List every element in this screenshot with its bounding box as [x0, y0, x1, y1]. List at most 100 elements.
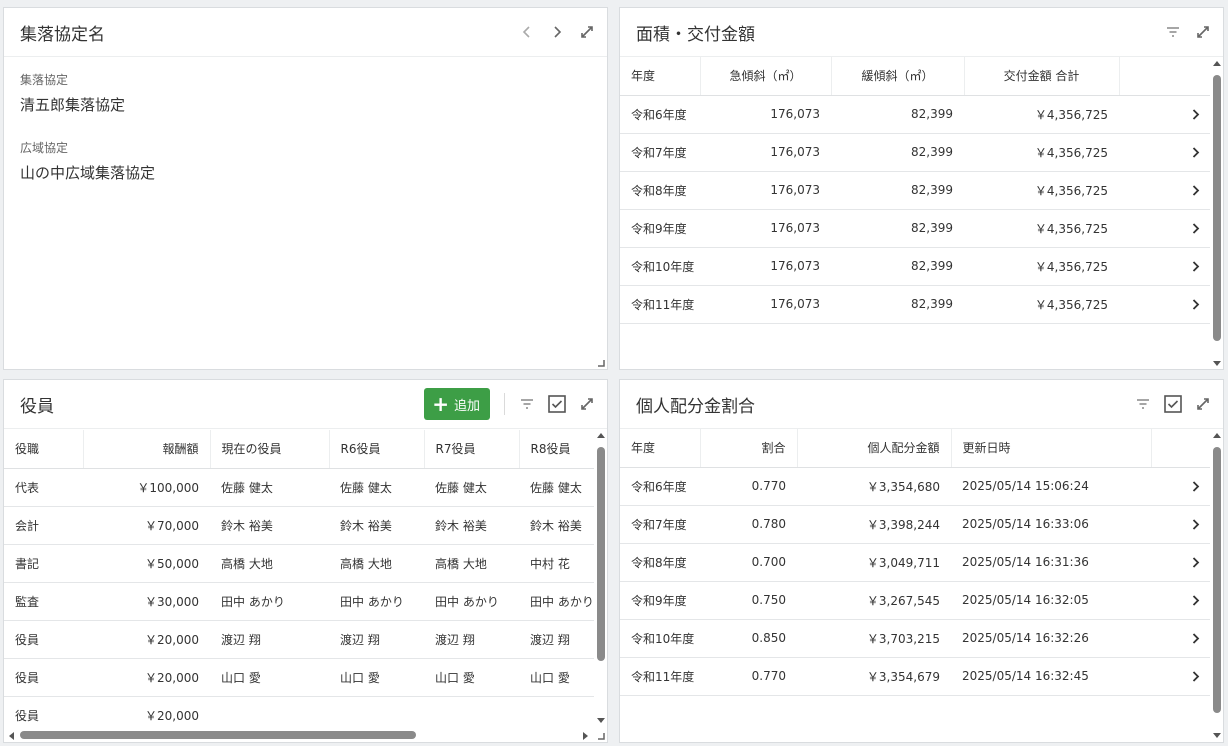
table-row[interactable]: 書記 ￥50,000 高橋 大地 高橋 大地 高橋 大地 中村 花	[4, 544, 594, 583]
cell-steep-slope: 176,073	[700, 285, 831, 324]
row-chevron-right-icon[interactable]	[1151, 657, 1210, 696]
cell-year: 令和9年度	[620, 581, 700, 620]
row-chevron-right-icon[interactable]	[1151, 543, 1210, 582]
cell-r6-officer: 高橋 大地	[329, 544, 424, 583]
resize-handle-icon[interactable]	[597, 732, 605, 740]
filter-icon[interactable]	[515, 392, 539, 416]
column-header-gentle-slope[interactable]: 緩傾斜（㎡）	[830, 57, 964, 96]
table-row[interactable]: 令和10年度 176,073 82,399 ￥4,356,725	[620, 247, 1210, 286]
cell-r8-officer: 田中 あかり	[519, 582, 594, 621]
cell-gentle-slope: 82,399	[831, 247, 964, 286]
panel-title: 集落協定名	[20, 24, 105, 45]
checkbox-select-icon[interactable]	[1161, 392, 1185, 416]
checkbox-select-icon[interactable]	[545, 392, 569, 416]
table-row[interactable]: 令和11年度 0.770 ￥3,354,679 2025/05/14 16:32:45	[620, 657, 1210, 696]
chevron-left-icon[interactable]	[515, 20, 539, 44]
row-chevron-right-icon[interactable]	[1119, 247, 1210, 286]
table-row[interactable]: 令和8年度 0.700 ￥3,049,711 2025/05/14 16:31:36	[620, 543, 1210, 582]
row-chevron-right-icon[interactable]	[1119, 95, 1210, 134]
table-row[interactable]: 代表 ￥100,000 佐藤 健太 佐藤 健太 佐藤 健太 佐藤 健太	[4, 468, 594, 507]
cell-compensation: ￥30,000	[83, 582, 210, 621]
cell-current-officer: 佐藤 健太	[210, 468, 329, 507]
table-row[interactable]: 令和9年度 176,073 82,399 ￥4,356,725	[620, 209, 1210, 248]
column-header-r7-officer[interactable]: R7役員	[423, 430, 519, 469]
row-chevron-right-icon[interactable]	[1151, 619, 1210, 658]
cell-updated-at: 2025/05/14 16:32:26	[951, 619, 1151, 658]
cell-compensation: ￥50,000	[83, 544, 210, 583]
column-header-year[interactable]: 年度	[620, 429, 700, 468]
row-chevron-right-icon[interactable]	[1119, 209, 1210, 248]
table-row[interactable]: 会計 ￥70,000 鈴木 裕美 鈴木 裕美 鈴木 裕美 鈴木 裕美	[4, 506, 594, 545]
cell-r6-officer: 田中 あかり	[329, 582, 424, 621]
vertical-scrollbar[interactable]	[1211, 58, 1221, 369]
cell-r8-officer	[519, 696, 594, 730]
vertical-scrollbar[interactable]	[1211, 430, 1221, 741]
column-header-grant-total[interactable]: 交付金額 合計	[963, 57, 1119, 96]
expand-icon[interactable]	[1191, 392, 1215, 416]
table-row[interactable]: 監査 ￥30,000 田中 あかり 田中 あかり 田中 あかり 田中 あかり	[4, 582, 594, 621]
column-header-steep-slope[interactable]: 急傾斜（㎡）	[699, 57, 831, 96]
filter-icon[interactable]	[1131, 392, 1155, 416]
table-row[interactable]: 役員 ￥20,000 渡辺 翔渡辺 翔渡辺 翔渡辺 翔	[4, 620, 594, 659]
expand-icon[interactable]	[575, 392, 599, 416]
cell-steep-slope: 176,073	[700, 133, 831, 172]
cell-ratio: 0.850	[700, 619, 797, 658]
cell-steep-slope: 176,073	[700, 209, 831, 248]
resize-handle-icon[interactable]	[597, 359, 605, 367]
cell-distribution-amount: ￥3,049,711	[797, 543, 951, 582]
column-header-compensation[interactable]: 報酬額	[82, 430, 210, 469]
table-row[interactable]: 令和9年度 0.750 ￥3,267,545 2025/05/14 16:32:05	[620, 581, 1210, 620]
filter-icon[interactable]	[1161, 20, 1185, 44]
cell-updated-at: 2025/05/14 16:32:05	[951, 581, 1151, 620]
cell-year: 令和10年度	[620, 247, 700, 286]
table-row[interactable]: 令和6年度 176,073 82,399 ￥4,356,725	[620, 95, 1210, 134]
panel-header: 個人配分金割合	[620, 380, 1223, 429]
officers-panel: 役員 + 追加 役職 報酬額 現在の役員 R6役員 R7役員 R8役員 代表 ￥…	[3, 379, 608, 743]
vertical-scrollbar[interactable]	[595, 430, 605, 726]
table-row[interactable]: 令和8年度 176,073 82,399 ￥4,356,725	[620, 171, 1210, 210]
cell-r8-officer: 中村 花	[519, 544, 594, 583]
column-header-current-officer[interactable]: 現在の役員	[209, 430, 329, 469]
table-row[interactable]: 役員 ￥20,000 山口 愛山口 愛山口 愛山口 愛	[4, 658, 594, 697]
table-row[interactable]: 令和10年度 0.850 ￥3,703,215 2025/05/14 16:32:26	[620, 619, 1210, 658]
cell-current-officer: 渡辺 翔	[210, 620, 329, 659]
column-header-distribution-amount[interactable]: 個人配分金額	[796, 429, 951, 468]
row-chevron-right-icon[interactable]	[1119, 171, 1210, 210]
row-chevron-right-icon[interactable]	[1119, 285, 1210, 324]
row-chevron-right-icon[interactable]	[1151, 467, 1210, 506]
column-header-role[interactable]: 役職	[4, 430, 83, 469]
table-header-row: 年度 急傾斜（㎡） 緩傾斜（㎡） 交付金額 合計	[620, 57, 1210, 96]
add-officer-button[interactable]: + 追加	[424, 388, 490, 420]
table-row[interactable]: 令和6年度 0.770 ￥3,354,680 2025/05/14 15:06:24	[620, 467, 1210, 506]
cell-grant-total: ￥4,356,725	[964, 133, 1119, 172]
cell-r8-officer: 渡辺 翔	[519, 620, 594, 659]
cell-r7-officer: 渡辺 翔	[424, 620, 519, 659]
row-chevron-right-icon[interactable]	[1119, 133, 1210, 172]
cell-grant-total: ￥4,356,725	[964, 247, 1119, 286]
cell-distribution-amount: ￥3,398,244	[797, 505, 951, 544]
row-chevron-right-icon[interactable]	[1151, 581, 1210, 620]
column-header-r8-officer[interactable]: R8役員	[518, 430, 594, 469]
row-chevron-right-icon[interactable]	[1151, 505, 1210, 544]
column-header-updated-at[interactable]: 更新日時	[950, 429, 1151, 468]
field-label-regional-agreement: 広域協定	[20, 141, 69, 155]
cell-year: 令和10年度	[620, 619, 700, 658]
table-row[interactable]: 令和7年度 176,073 82,399 ￥4,356,725	[620, 133, 1210, 172]
column-header-year[interactable]: 年度	[620, 57, 700, 96]
expand-icon[interactable]	[575, 20, 599, 44]
cell-year: 令和8年度	[620, 543, 700, 582]
cell-role: 役員	[4, 696, 83, 730]
cell-r6-officer: 鈴木 裕美	[329, 506, 424, 545]
column-header-spacer	[1118, 57, 1210, 96]
table-row[interactable]: 令和11年度 176,073 82,399 ￥4,356,725	[620, 285, 1210, 324]
cell-distribution-amount: ￥3,354,680	[797, 467, 951, 506]
column-header-r6-officer[interactable]: R6役員	[328, 430, 424, 469]
cell-r7-officer: 佐藤 健太	[424, 468, 519, 507]
chevron-right-icon[interactable]	[545, 20, 569, 44]
horizontal-scrollbar[interactable]	[6, 730, 598, 740]
expand-icon[interactable]	[1191, 20, 1215, 44]
column-header-ratio[interactable]: 割合	[699, 429, 797, 468]
table-row[interactable]: 役員 ￥20,000	[4, 696, 594, 730]
officers-table-viewport: 役職 報酬額 現在の役員 R6役員 R7役員 R8役員 代表 ￥100,000 佐藤…	[4, 430, 594, 730]
table-row[interactable]: 令和7年度 0.780 ￥3,398,244 2025/05/14 16:33:06	[620, 505, 1210, 544]
